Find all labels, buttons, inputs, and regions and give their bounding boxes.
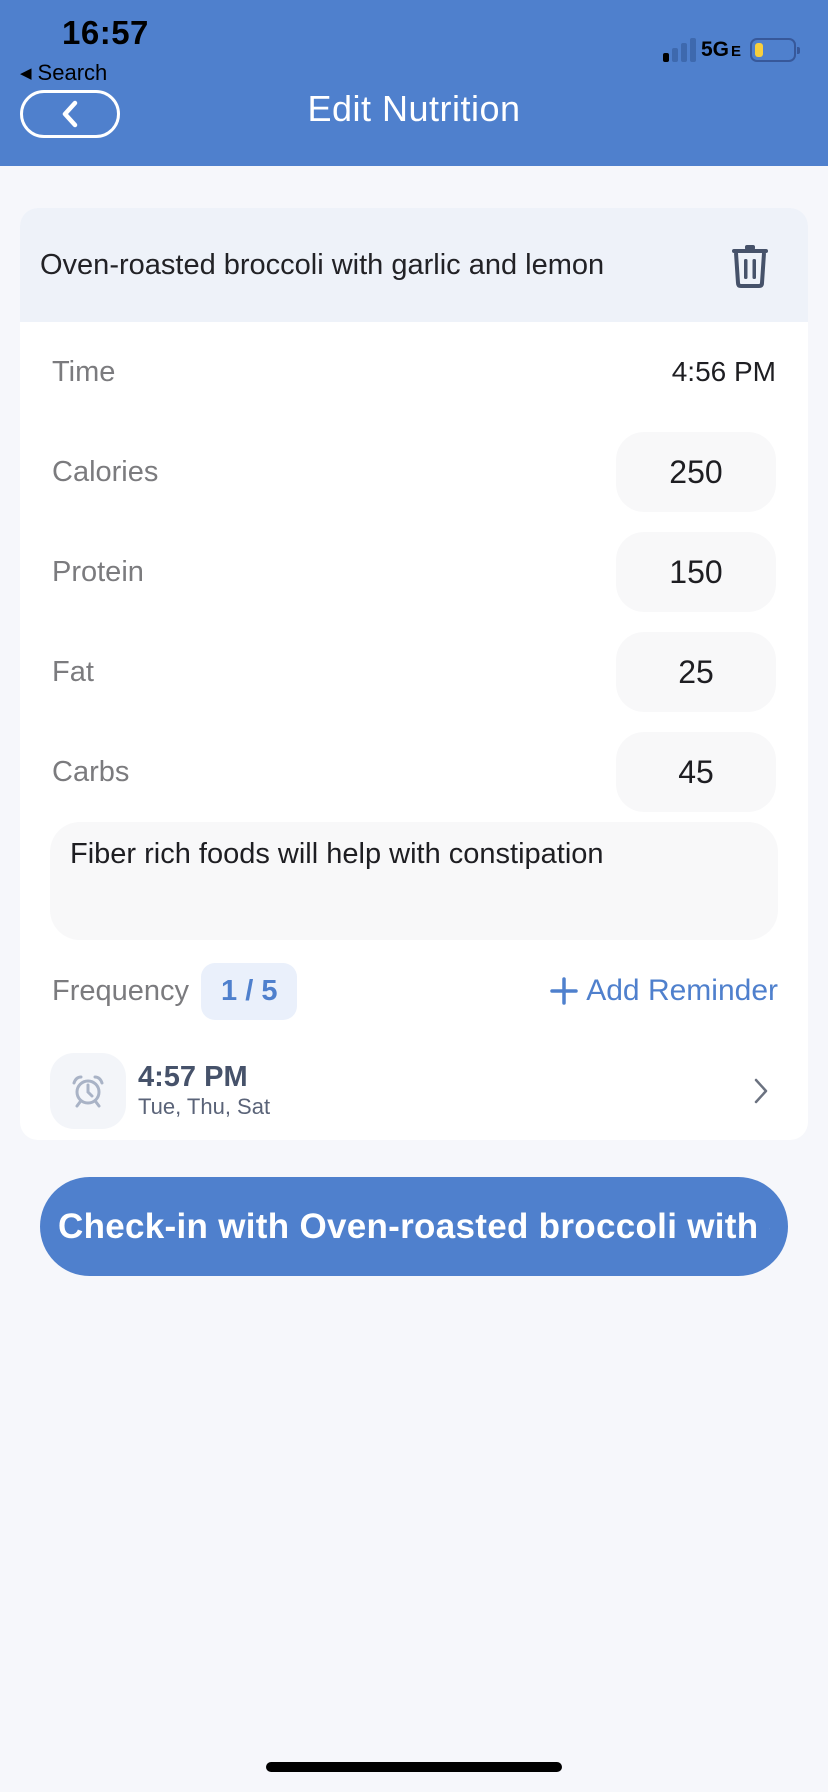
frequency-label: Frequency <box>52 974 190 1007</box>
protein-label: Protein <box>52 555 144 588</box>
trash-icon <box>732 245 768 288</box>
page-title: Edit Nutrition <box>307 88 521 129</box>
add-reminder-button[interactable]: Add Reminder <box>550 974 778 1008</box>
chevron-right-icon <box>746 1071 776 1111</box>
protein-row: Protein 150 <box>52 532 776 612</box>
delete-button[interactable] <box>728 241 772 289</box>
carbs-input[interactable]: 45 <box>616 732 776 812</box>
alarm-clock-icon <box>72 1075 104 1108</box>
status-back-label: Search <box>37 60 108 85</box>
home-indicator[interactable] <box>266 1762 562 1772</box>
signal-strength-icon <box>662 38 696 62</box>
calories-row: Calories 250 <box>52 432 776 512</box>
fat-row: Fat 25 <box>52 632 776 712</box>
add-reminder-label: Add Reminder <box>586 974 778 1007</box>
frequency-badge[interactable]: 1 / 5 <box>201 962 298 1020</box>
time-label: Time <box>52 355 116 388</box>
fat-input[interactable]: 25 <box>616 632 776 712</box>
nutrition-card: Oven-roasted broccoli with garlic and le… <box>20 208 808 1140</box>
fat-label: Fat <box>52 655 94 688</box>
plus-icon <box>550 977 578 1005</box>
nav-header: 16:57 ◀ Search 5G E Edit Nutrition <box>0 0 828 166</box>
network-type: 5G E <box>700 38 741 61</box>
status-time: 16:57 <box>62 14 149 51</box>
carbs-label: Carbs <box>52 755 130 788</box>
status-back-to-app[interactable]: ◀ Search <box>20 60 107 86</box>
food-name: Oven-roasted broccoli with garlic and le… <box>40 249 605 281</box>
food-header: Oven-roasted broccoli with garlic and le… <box>20 208 808 322</box>
time-value[interactable]: 4:56 PM <box>672 356 776 388</box>
status-indicators: 5G E <box>662 38 800 62</box>
calories-label: Calories <box>52 455 159 488</box>
reminder-item[interactable]: 4:57 PM Tue, Thu, Sat <box>50 1053 776 1129</box>
reminder-time: 4:57 PM <box>138 1061 248 1093</box>
calories-input[interactable]: 250 <box>616 432 776 512</box>
checkin-button-label: Check-in with Oven-roasted broccoli with… <box>58 1206 770 1246</box>
carbs-row: Carbs 45 <box>52 732 776 812</box>
frequency-row: Frequency 1 / 5 Add Reminder <box>52 962 778 1020</box>
time-row[interactable]: Time 4:56 PM <box>52 332 776 412</box>
reminder-icon-box <box>50 1053 126 1129</box>
back-triangle-icon: ◀ <box>20 65 32 82</box>
notes-textarea[interactable]: Fiber rich foods will help with constipa… <box>50 822 778 940</box>
reminder-days: Tue, Thu, Sat <box>138 1094 271 1119</box>
checkin-button[interactable]: Check-in with Oven-roasted broccoli with… <box>40 1177 788 1276</box>
battery-icon <box>750 38 800 62</box>
protein-input[interactable]: 150 <box>616 532 776 612</box>
